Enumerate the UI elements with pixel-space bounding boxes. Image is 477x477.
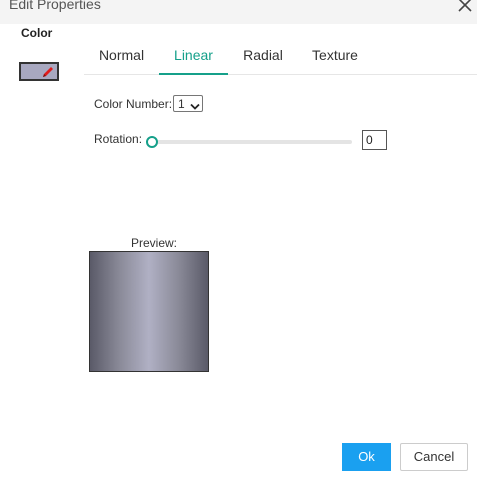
edit-properties-dialog: Edit Properties Color Normal Linear Radi… (0, 0, 477, 477)
fill-type-tabs: Normal Linear Radial Texture (84, 42, 477, 75)
rotation-label: Rotation: (94, 132, 143, 146)
color-number-value: 1 (178, 97, 185, 111)
color-number-label: Color Number: (94, 97, 173, 111)
tab-texture[interactable]: Texture (298, 42, 372, 75)
color-section-label: Color (21, 26, 53, 40)
cancel-button[interactable]: Cancel (400, 443, 468, 471)
chevron-down-icon (190, 100, 200, 110)
rotation-input[interactable]: 0 (362, 130, 387, 150)
close-icon[interactable] (455, 0, 475, 15)
color-number-select[interactable]: 1 (173, 95, 203, 112)
rotation-slider-thumb[interactable] (146, 136, 158, 148)
pencil-icon (41, 65, 55, 79)
color-swatch-button[interactable] (19, 62, 59, 81)
tab-linear[interactable]: Linear (159, 42, 228, 75)
title-bar: Edit Properties (0, 0, 477, 24)
dialog-title: Edit Properties (9, 0, 101, 12)
tab-radial[interactable]: Radial (228, 42, 298, 75)
rotation-slider-track[interactable] (152, 140, 352, 144)
tab-normal[interactable]: Normal (84, 42, 159, 75)
ok-button[interactable]: Ok (342, 443, 391, 471)
gradient-preview (89, 251, 209, 372)
preview-label: Preview: (130, 236, 177, 250)
